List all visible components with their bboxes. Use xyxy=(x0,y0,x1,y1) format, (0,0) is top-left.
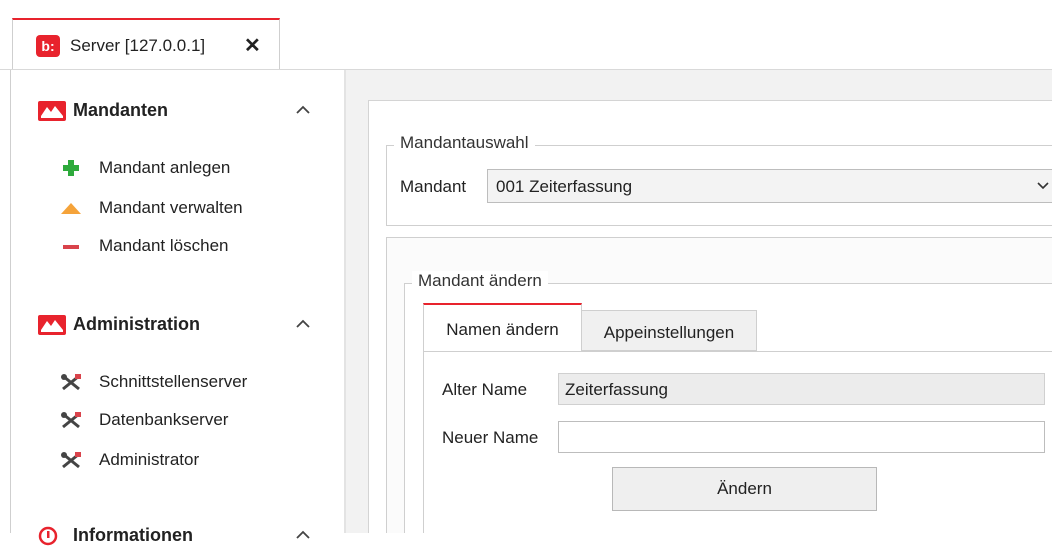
plus-icon xyxy=(63,160,79,176)
group-logo-icon xyxy=(38,101,66,121)
mandant-select[interactable]: 001 Zeiterfassung xyxy=(487,169,1052,203)
mandantauswahl-legend: Mandantauswahl xyxy=(394,133,535,153)
alter-name-field: Zeiterfassung xyxy=(558,373,1045,405)
server-tab-title: Server [127.0.0.1] xyxy=(70,36,206,55)
sidebar-item-schnittstellenserver[interactable]: Schnittstellenserver xyxy=(60,370,320,396)
chevron-up-icon[interactable] xyxy=(293,314,313,334)
neuer-name-label: Neuer Name xyxy=(442,428,539,447)
tools-icon xyxy=(61,412,81,429)
tab-bar: b: Server [127.0.0.1] ✕ xyxy=(0,0,1052,70)
sidebar-item-label: Datenbankserver xyxy=(99,410,229,429)
tools-icon xyxy=(61,374,81,391)
sidebar-item-administrator[interactable]: Administrator xyxy=(60,448,320,474)
sidebar-item-mandant-verwalten[interactable]: Mandant verwalten xyxy=(60,196,320,222)
triangle-icon xyxy=(61,203,81,214)
alter-name-label: Alter Name xyxy=(442,380,528,399)
sidebar-item-label: Administrator xyxy=(99,450,200,469)
sidebar-group-title: Informationen xyxy=(73,525,193,545)
chevron-up-icon[interactable] xyxy=(293,525,313,545)
sidebar-item-label: Mandant löschen xyxy=(99,236,229,255)
sidebar-item-datenbankserver[interactable]: Datenbankserver xyxy=(60,408,320,434)
sidebar-group-administration[interactable]: Administration xyxy=(38,312,328,340)
sidebar-item-label: Mandant verwalten xyxy=(99,198,243,217)
sidebar-item-mandant-loeschen[interactable]: Mandant löschen xyxy=(60,234,320,260)
group-logo-icon xyxy=(38,315,66,335)
sidebar-item-mandant-anlegen[interactable]: Mandant anlegen xyxy=(60,156,320,182)
neuer-name-input[interactable] xyxy=(558,421,1045,453)
close-icon[interactable]: ✕ xyxy=(244,33,261,58)
sidebar-group-title: Administration xyxy=(73,314,201,334)
mandant-aendern-legend: Mandant ändern xyxy=(412,271,548,291)
chevron-up-icon[interactable] xyxy=(293,100,313,120)
sidebar-group-mandanten[interactable]: Mandanten xyxy=(38,98,328,126)
mandant-label: Mandant xyxy=(400,177,467,196)
minus-icon xyxy=(63,245,79,249)
tab-label: Appeinstellungen xyxy=(603,323,735,342)
sidebar-item-label: Schnittstellenserver xyxy=(99,372,248,391)
server-tab[interactable]: b: Server [127.0.0.1] ✕ xyxy=(12,18,280,70)
chevron-down-icon xyxy=(1037,182,1049,190)
mandant-select-value: 001 Zeiterfassung xyxy=(496,177,633,196)
tools-icon xyxy=(61,452,81,469)
sidebar-item-label: Mandant anlegen xyxy=(99,158,231,177)
sidebar-group-informationen[interactable]: Informationen xyxy=(38,523,328,551)
app-logo-icon: b: xyxy=(36,35,60,57)
alter-name-value: Zeiterfassung xyxy=(565,380,668,399)
tab-label: Namen ändern xyxy=(446,320,559,339)
tab-namen-aendern[interactable]: Namen ändern xyxy=(423,303,582,351)
info-icon xyxy=(38,526,58,546)
aendern-button[interactable]: Ändern xyxy=(612,467,877,511)
sidebar-group-title: Mandanten xyxy=(73,100,169,120)
tab-appeinstellungen[interactable]: Appeinstellungen xyxy=(582,310,757,351)
